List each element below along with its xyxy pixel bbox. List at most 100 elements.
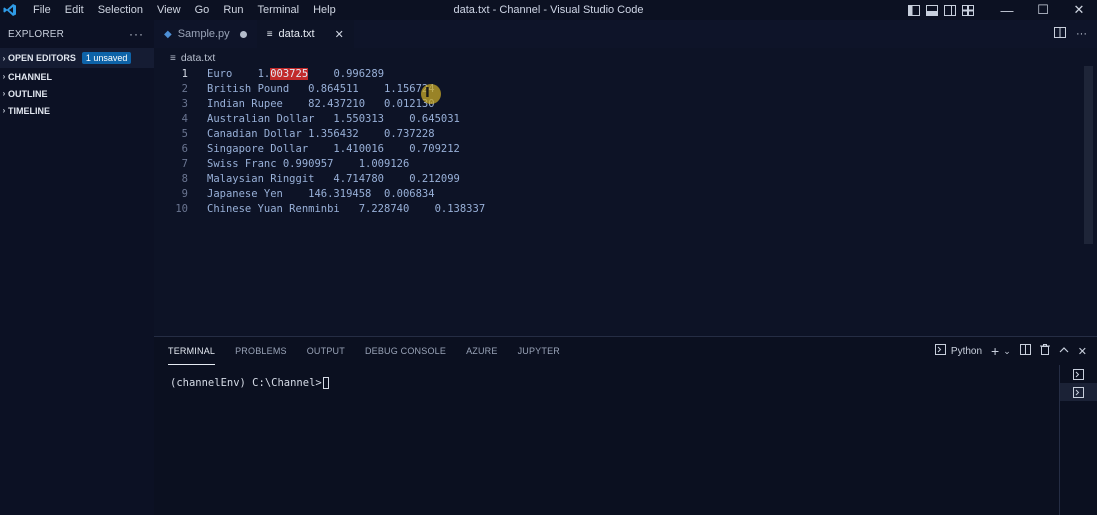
- line-text-segment: Chinese Yuan Renminbi 7.228740 0.138337: [207, 202, 486, 215]
- panel-tab-output[interactable]: OUTPUT: [307, 337, 345, 365]
- chevron-right-icon: ›: [2, 89, 6, 98]
- more-actions-icon[interactable]: ···: [129, 27, 144, 41]
- toggle-panel-icon[interactable]: [923, 0, 941, 20]
- toggle-secondary-sidebar-icon[interactable]: [941, 0, 959, 20]
- selected-text: 003725: [270, 67, 309, 80]
- code-line[interactable]: 6 Singapore Dollar 1.410016 0.709212: [154, 141, 1084, 156]
- line-text-segment: Malaysian Ringgit 4.714780 0.212099: [207, 172, 460, 185]
- line-text-segment: British Pound 0.864511 1.156724: [207, 82, 435, 95]
- chevron-up-icon[interactable]: [1059, 346, 1069, 357]
- menu-item-view[interactable]: View: [150, 0, 188, 20]
- menu-bar: File Edit Selection View Go Run Terminal Help: [26, 0, 343, 20]
- menu-item-terminal[interactable]: Terminal: [251, 0, 307, 20]
- python-icon: ◆: [164, 28, 172, 40]
- section-label: OUTLINE: [8, 88, 48, 99]
- maximize-button[interactable]: ☐: [1025, 0, 1061, 20]
- editor-scrollbar[interactable]: [1084, 66, 1093, 244]
- line-text-segment: Swiss Franc 0.990957 1.009126: [207, 157, 410, 170]
- breadcrumb-file: data.txt: [180, 52, 216, 64]
- menu-item-selection[interactable]: Selection: [91, 0, 150, 20]
- menu-item-help[interactable]: Help: [306, 0, 343, 20]
- line-text: Swiss Franc 0.990957 1.009126: [207, 158, 409, 170]
- panel-tab-jupyter[interactable]: JUPYTER: [518, 337, 560, 365]
- close-tab-icon[interactable]: ✕: [335, 28, 344, 41]
- line-text-segment: Japanese Yen 146.319458 0.006834: [207, 187, 435, 200]
- panel-tab-terminal[interactable]: TERMINAL: [168, 337, 216, 365]
- menu-item-file[interactable]: File: [26, 0, 58, 20]
- terminal-instance-2[interactable]: [1060, 383, 1097, 401]
- tab-data-txt[interactable]: ≡ data.txt ✕: [256, 20, 354, 48]
- panel-tab-azure[interactable]: AZURE: [466, 337, 498, 365]
- menu-item-run[interactable]: Run: [216, 0, 250, 20]
- breadcrumb[interactable]: ≡ data.txt: [170, 50, 215, 66]
- tab-sample-py[interactable]: ◆ Sample.py: [154, 20, 257, 48]
- panel-actions: Python + ⌄ ✕: [934, 337, 1087, 365]
- line-text: Japanese Yen 146.319458 0.006834: [207, 188, 435, 200]
- terminal-cursor: [322, 377, 329, 389]
- line-text: Singapore Dollar 1.410016 0.709212: [207, 143, 460, 155]
- trash-icon[interactable]: [1039, 344, 1050, 358]
- customize-layout-icon[interactable]: [959, 0, 977, 20]
- code-line[interactable]: 10 Chinese Yuan Renminbi 7.228740 0.13833…: [154, 201, 1084, 216]
- panel-tab-debug-console[interactable]: DEBUG CONSOLE: [365, 337, 446, 365]
- line-text-segment: Indian Rupee 82.437210 0.012130: [207, 97, 435, 110]
- code-line[interactable]: 4 Australian Dollar 1.550313 0.645031: [154, 111, 1084, 126]
- line-number: 3: [181, 97, 188, 110]
- close-panel-icon[interactable]: ✕: [1078, 345, 1087, 358]
- minimize-button[interactable]: —: [989, 0, 1025, 20]
- code-line[interactable]: 9 Japanese Yen 146.319458 0.006834: [154, 186, 1084, 201]
- line-number: 7: [181, 157, 188, 170]
- line-text-segment: Singapore Dollar 1.410016 0.709212: [207, 142, 460, 155]
- more-actions-icon[interactable]: ···: [1076, 28, 1087, 40]
- toggle-primary-sidebar-icon[interactable]: [905, 0, 923, 20]
- chevron-right-icon: ›: [2, 72, 6, 81]
- code-line[interactable]: 3 Indian Rupee 82.437210 0.012130: [154, 96, 1084, 111]
- line-text-segment: Australian Dollar 1.550313 0.645031: [207, 112, 460, 125]
- section-channel[interactable]: › CHANNEL: [0, 68, 154, 85]
- code-line[interactable]: 8 Malaysian Ringgit 4.714780 0.212099: [154, 171, 1084, 186]
- unsaved-dot-icon: [239, 30, 247, 38]
- terminal-output[interactable]: (channelEnv) C:\Channel>: [170, 377, 329, 389]
- chevron-down-icon[interactable]: ⌄: [1003, 346, 1011, 357]
- new-terminal-icon[interactable]: +: [991, 343, 999, 359]
- section-label: TIMELINE: [8, 105, 50, 116]
- line-text-segment: Euro 1.: [207, 67, 271, 80]
- code-line[interactable]: 7 Swiss Franc 0.990957 1.009126: [154, 156, 1084, 171]
- line-text-segment: Canadian Dollar 1.356432 0.737228: [207, 127, 435, 140]
- editor-tab-bar: ◆ Sample.py ≡ data.txt ✕ ···: [154, 20, 1097, 48]
- line-text: Indian Rupee 82.437210 0.012130: [207, 98, 435, 110]
- sidebar-title: EXPLORER: [8, 28, 65, 40]
- text-file-icon: ≡: [170, 52, 176, 64]
- title-bar: File Edit Selection View Go Run Terminal Help d…: [0, 0, 1097, 20]
- terminal-instance-1[interactable]: [1060, 365, 1097, 383]
- section-timeline[interactable]: › TIMELINE: [0, 102, 154, 119]
- line-text-segment: 0.996289: [308, 67, 385, 80]
- line-text: Malaysian Ringgit 4.714780 0.212099: [207, 173, 460, 185]
- code-line[interactable]: 5 Canadian Dollar 1.356432 0.737228: [154, 126, 1084, 141]
- title-actions: — ☐ ✕: [905, 0, 1097, 20]
- close-window-button[interactable]: ✕: [1061, 0, 1097, 20]
- split-editor-icon[interactable]: [1054, 27, 1066, 41]
- split-terminal-icon[interactable]: [1019, 344, 1031, 358]
- code-line[interactable]: 1 Euro 1.003725 0.996289: [154, 66, 1084, 81]
- terminal-list: [1059, 365, 1097, 515]
- vscode-logo-icon: [0, 0, 20, 20]
- line-number: 9: [181, 187, 188, 200]
- shell-label[interactable]: Python: [951, 346, 982, 357]
- section-open-editors[interactable]: › OPEN EDITORS 1 unsaved: [0, 48, 154, 68]
- code-line[interactable]: 2 British Pound 0.864511 1.156724: [154, 81, 1084, 96]
- panel-tab-problems[interactable]: PROBLEMS: [235, 337, 287, 365]
- section-outline[interactable]: › OUTLINE: [0, 85, 154, 102]
- menu-item-go[interactable]: Go: [188, 0, 217, 20]
- line-text: Canadian Dollar 1.356432 0.737228: [207, 128, 435, 140]
- tab-label: Sample.py: [177, 28, 230, 40]
- terminal-prompt: (channelEnv) C:\Channel>: [170, 377, 322, 389]
- mouse-highlight: [421, 84, 441, 104]
- line-text: Euro 1.003725 0.996289: [207, 67, 385, 80]
- line-text: Chinese Yuan Renminbi 7.228740 0.138337: [207, 203, 485, 215]
- text-file-icon: ≡: [266, 28, 273, 40]
- code-editor[interactable]: 1 Euro 1.003725 0.996289 2 British Pound 0.…: [154, 66, 1084, 336]
- section-label: CHANNEL: [8, 71, 52, 82]
- line-number: 1: [181, 67, 188, 80]
- menu-item-edit[interactable]: Edit: [58, 0, 91, 20]
